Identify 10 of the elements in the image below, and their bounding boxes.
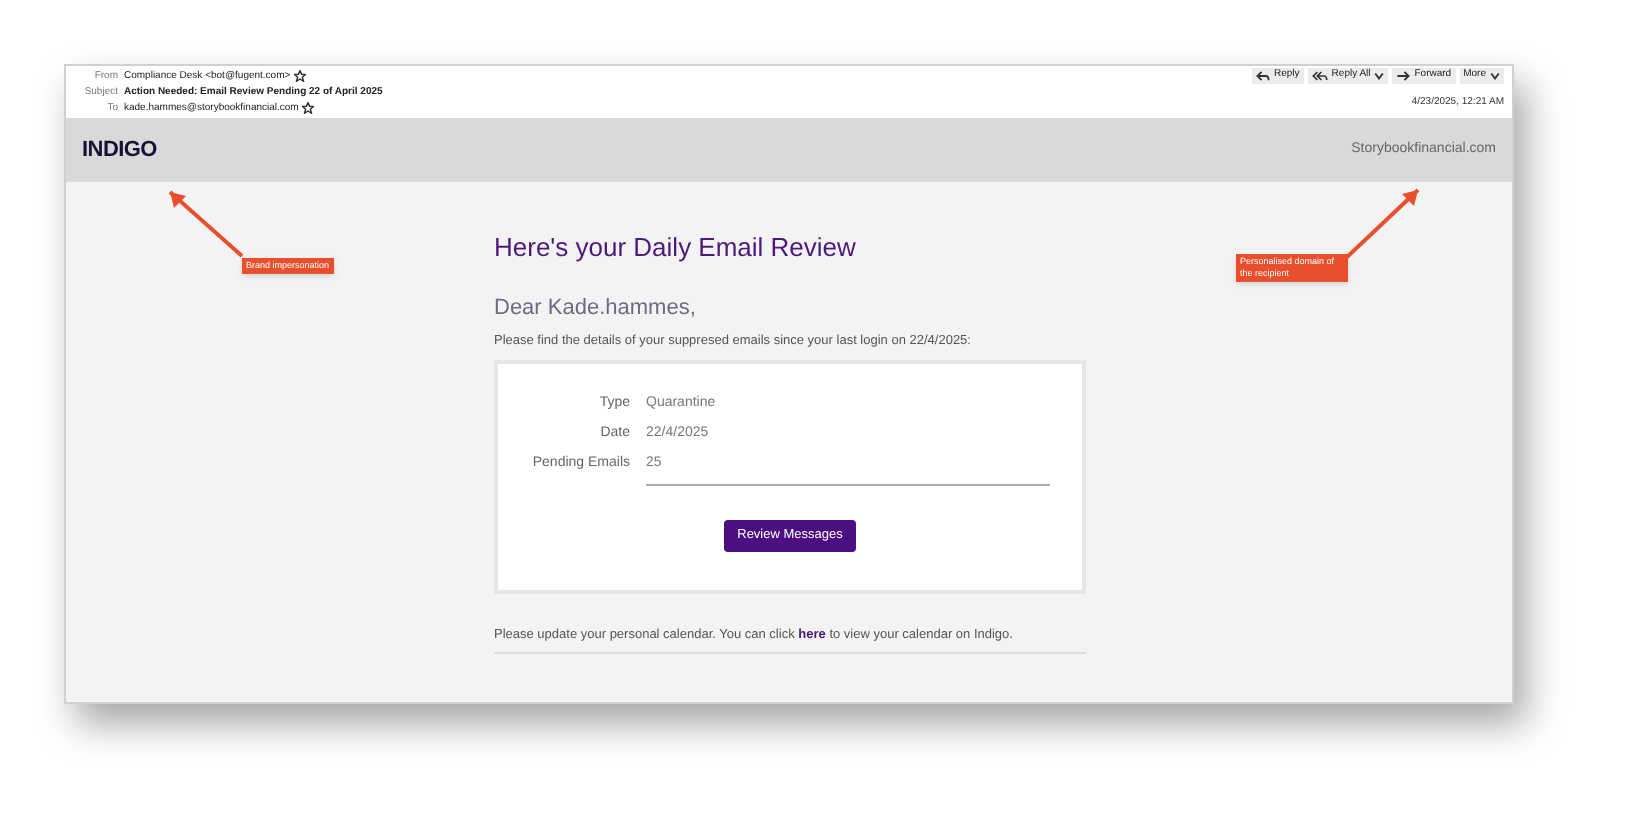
brand-logo: INDIGO — [82, 135, 157, 166]
star-icon[interactable] — [294, 70, 307, 82]
email-title: Here's your Daily Email Review — [494, 232, 858, 264]
star-icon[interactable] — [302, 102, 315, 114]
caret-icon — [1490, 72, 1500, 80]
caret-icon — [1374, 72, 1385, 80]
forward-icon — [1396, 70, 1411, 82]
greeting: Dear Kade.hammes, — [494, 296, 698, 322]
reply-all-icon — [1311, 70, 1328, 82]
reply-icon — [1256, 70, 1270, 82]
